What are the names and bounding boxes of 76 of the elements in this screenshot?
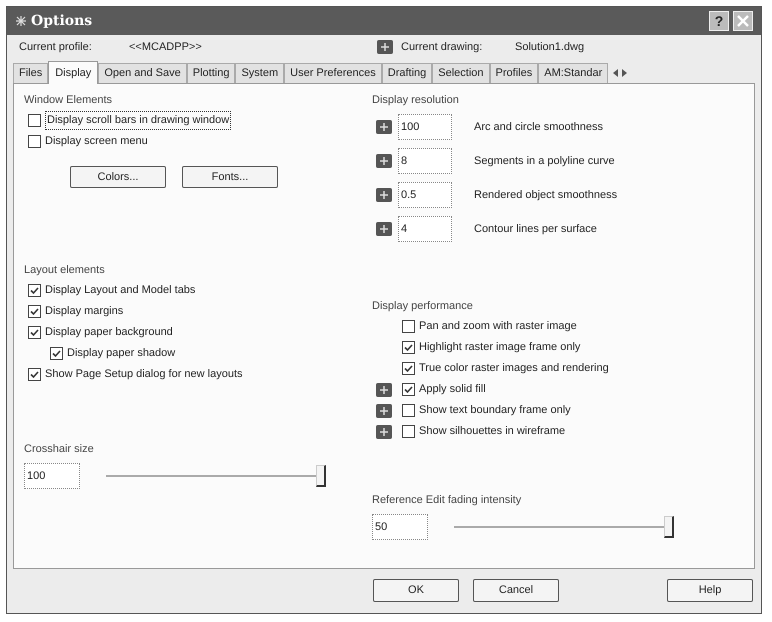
input-field[interactable]: 100 — [24, 463, 80, 489]
checkbox-label: Display screen menu — [45, 134, 148, 150]
tab[interactable]: Plotting — [186, 63, 236, 83]
input-field[interactable]: 8 — [398, 148, 452, 174]
checkbox[interactable] — [402, 425, 415, 438]
group-heading: Display performance — [372, 299, 474, 314]
dialog-button[interactable]: OK — [373, 579, 459, 602]
drawing-file-icon — [377, 40, 393, 54]
drawing-file-icon — [376, 120, 392, 134]
slider-track[interactable] — [454, 516, 674, 538]
tab[interactable]: Display — [48, 61, 98, 84]
app-icon — [15, 15, 27, 27]
checkbox-label: Display Layout and Model tabs — [45, 283, 196, 298]
drawing-file-icon — [376, 154, 392, 168]
checkbox[interactable] — [28, 284, 41, 297]
window-title: Options — [31, 12, 92, 30]
dialog-button[interactable]: Colors... — [70, 166, 166, 188]
checkbox-label: Display paper shadow — [67, 346, 176, 362]
tab[interactable]: AM:Standar — [538, 63, 608, 83]
drawing-file-icon — [376, 188, 392, 202]
field-label: Segments in a polyline curve — [474, 154, 615, 169]
close-icon — [737, 15, 749, 27]
checkbox[interactable] — [402, 341, 415, 354]
checkbox-label: Show text boundary frame only — [419, 403, 571, 418]
drawing-value: Solution1.dwg — [515, 40, 584, 55]
slider-thumb[interactable] — [664, 516, 674, 538]
checkbox[interactable] — [402, 362, 415, 375]
checkbox-label: True color raster images and rendering — [419, 361, 609, 376]
scroll-right-icon[interactable] — [621, 69, 628, 77]
checkbox-label: Pan and zoom with raster image — [419, 319, 577, 334]
checkbox[interactable] — [28, 368, 41, 381]
profile-label: Current profile: — [19, 40, 93, 55]
checkbox[interactable] — [50, 347, 63, 360]
field-label: Arc and circle smoothness — [474, 120, 603, 135]
dialog-button[interactable]: Help — [667, 579, 753, 602]
input-field[interactable]: 4 — [398, 216, 452, 242]
checkbox[interactable] — [402, 320, 415, 333]
profile-value: <<MCADPP>> — [129, 40, 203, 55]
group-heading: Display resolution — [372, 93, 460, 108]
slider-thumb[interactable] — [316, 465, 326, 487]
group-heading: Crosshair size — [24, 442, 95, 457]
tab[interactable]: User Preferences — [284, 63, 382, 83]
drawing-label: Current drawing: — [401, 40, 484, 55]
input-field[interactable]: 0.5 — [398, 182, 452, 208]
checkbox-label: Show silhouettes in wireframe — [419, 424, 566, 440]
tab[interactable]: Profiles — [490, 63, 538, 83]
tab[interactable]: Drafting — [382, 63, 432, 83]
tab[interactable]: Selection — [432, 63, 490, 83]
tab[interactable]: System — [235, 63, 284, 83]
slider-track[interactable] — [106, 465, 326, 487]
checkbox-label: Display paper background — [45, 325, 173, 340]
dialog-button[interactable]: Cancel — [473, 579, 559, 602]
checkbox-label: Show Page Setup dialog for new layouts — [45, 367, 243, 382]
checkbox[interactable] — [402, 383, 415, 396]
group-heading: Layout elements — [24, 263, 106, 278]
checkbox-label: Display scroll bars in drawing window — [45, 111, 232, 130]
field-label: Contour lines per surface — [474, 222, 597, 237]
checkbox[interactable] — [402, 404, 415, 417]
tab[interactable]: Open and Save — [98, 63, 187, 83]
help-button[interactable]: ? — [709, 11, 729, 31]
dialog-button[interactable]: Fonts... — [182, 166, 278, 188]
checkbox[interactable] — [28, 326, 41, 339]
checkbox-label: Highlight raster image frame only — [419, 340, 580, 356]
scroll-left-icon[interactable] — [612, 69, 620, 77]
checkbox[interactable] — [28, 305, 41, 318]
group-heading: Window Elements — [24, 93, 114, 108]
input-field[interactable]: 50 — [372, 514, 428, 540]
checkbox[interactable] — [28, 114, 41, 127]
drawing-file-icon — [376, 222, 392, 236]
input-field[interactable]: 100 — [398, 114, 452, 140]
checkbox-label: Apply solid fill — [419, 382, 486, 398]
checkbox[interactable] — [28, 135, 41, 148]
checkbox-label: Display margins — [45, 304, 124, 320]
group-heading: Reference Edit fading intensity — [372, 493, 522, 508]
tab[interactable]: Files — [13, 63, 48, 83]
field-label: Rendered object smoothness — [474, 188, 618, 203]
